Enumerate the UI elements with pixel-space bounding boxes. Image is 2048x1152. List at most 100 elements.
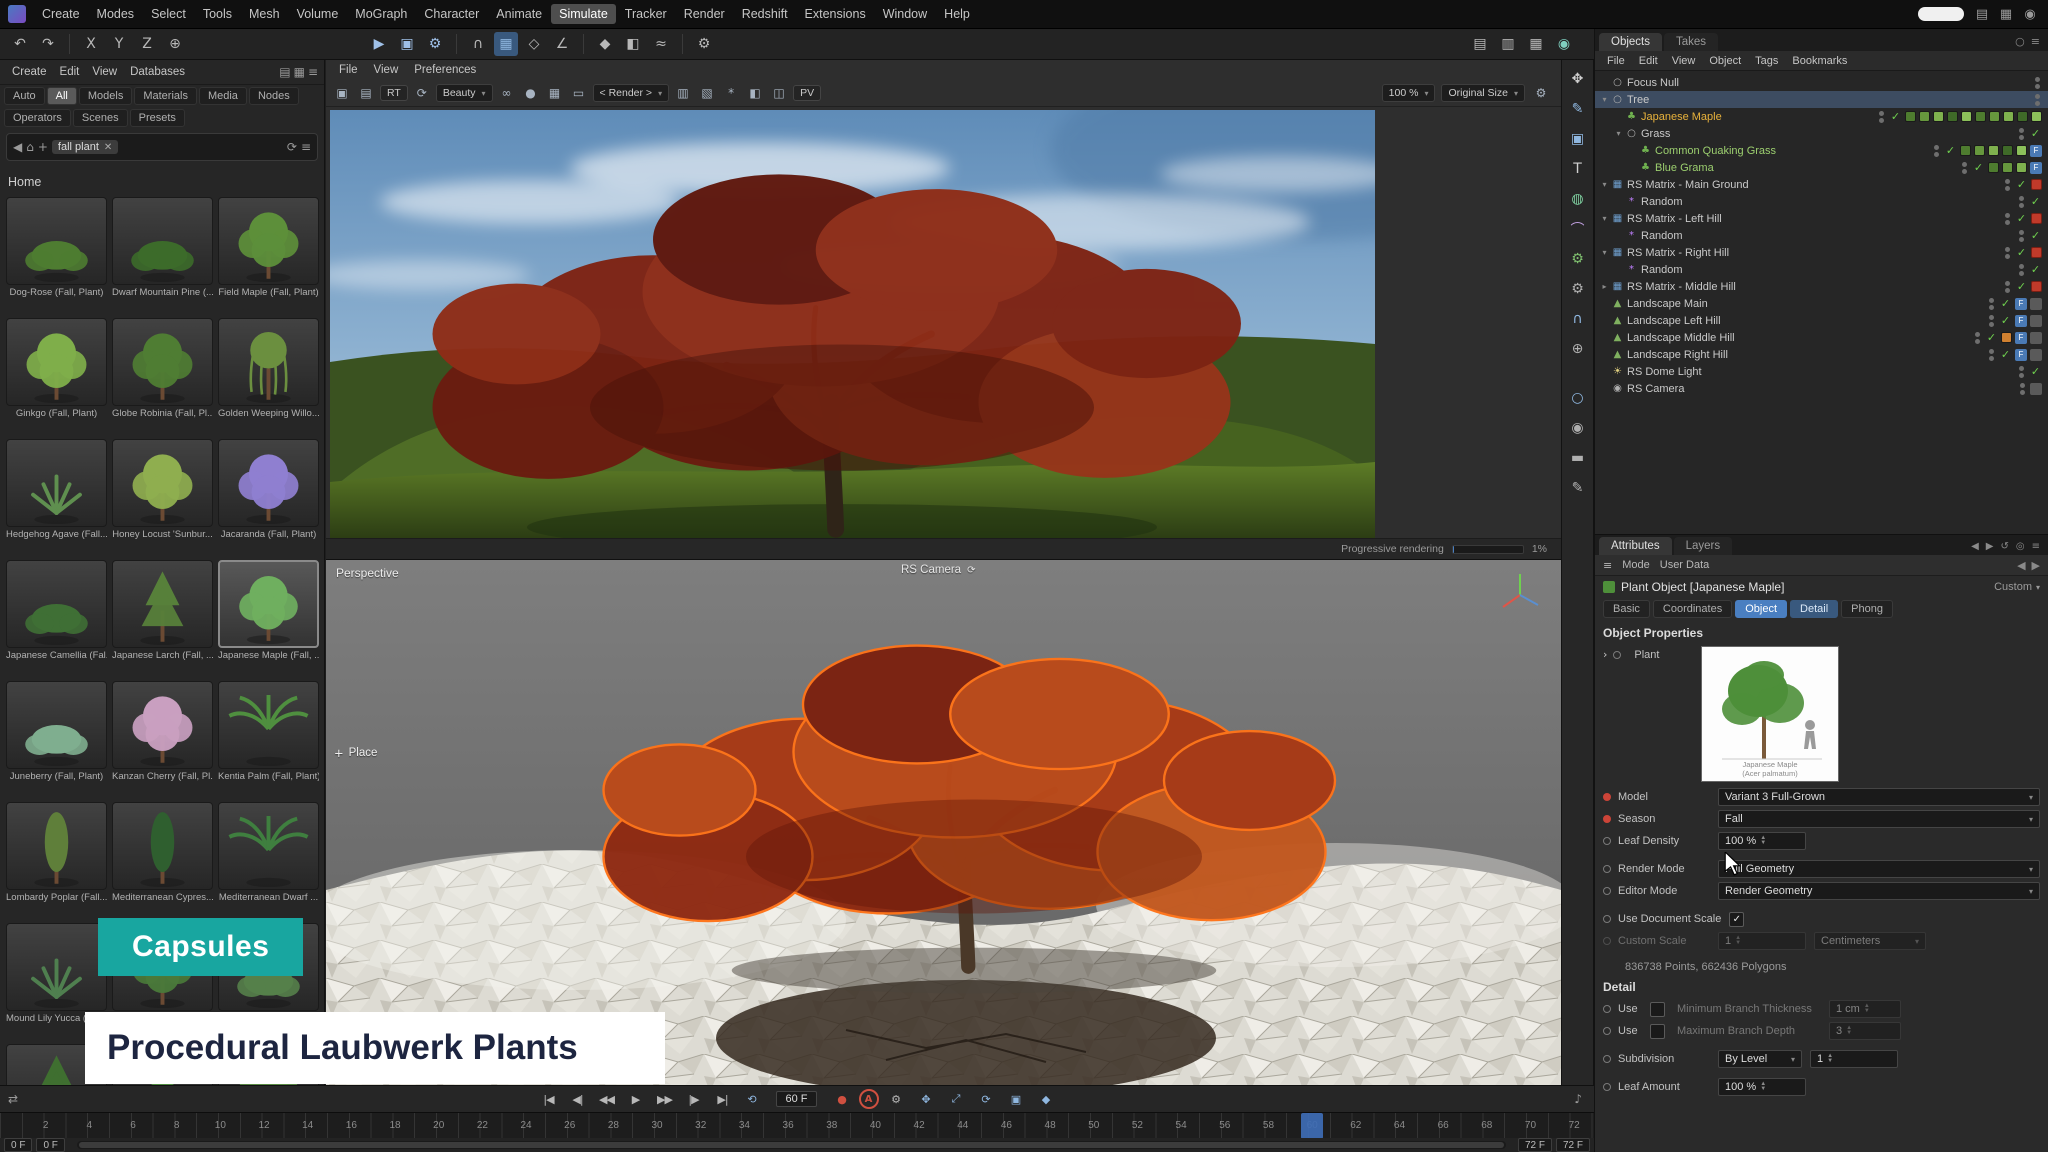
editor-mode-select[interactable]: Render Geometry▾ (1718, 882, 2040, 900)
menu-modes[interactable]: Modes (89, 4, 143, 24)
goto-start-button[interactable]: |◀ (535, 1089, 561, 1109)
menu-animate[interactable]: Animate (488, 4, 550, 24)
render-mode-select[interactable]: Full Geometry▾ (1718, 860, 2040, 878)
goto-end-button[interactable]: ▶| (709, 1089, 735, 1109)
key-position-toggle[interactable]: ✥ (913, 1089, 939, 1109)
asset-menu-databases[interactable]: Databases (124, 64, 191, 80)
section-tab-object[interactable]: Object (1735, 600, 1787, 618)
maximum-branch-depth-field[interactable]: 3▲▼ (1829, 1022, 1901, 1040)
keyframe-dot[interactable] (1603, 1027, 1611, 1035)
enabled-check-icon[interactable]: ✓ (2029, 195, 2042, 208)
asset-item-honey-locust-sunbur[interactable]: Honey Locust 'Sunbur... (112, 439, 213, 543)
keyframe-dot[interactable] (1603, 937, 1611, 945)
expander-icon[interactable]: ▾ (1599, 214, 1610, 223)
tab-layers[interactable]: Layers (1674, 537, 1733, 555)
object-row-rs-camera[interactable]: ◉RS Camera (1595, 380, 2048, 397)
asset-item-japanese-camellia-fal[interactable]: Japanese Camellia (Fal... (6, 560, 107, 664)
spinner-arrows[interactable]: ▲▼ (1760, 1082, 1766, 1092)
menu-create[interactable]: Create (34, 4, 88, 24)
menu-window[interactable]: Window (875, 4, 935, 24)
om-menu-object[interactable]: Object (1703, 54, 1747, 68)
text-tool-icon[interactable]: T (1565, 156, 1591, 181)
save-image-icon[interactable]: ▣ (332, 83, 352, 103)
snapshot-icon[interactable]: ◫ (769, 83, 789, 103)
zoom-select[interactable]: 100 %▾ (1382, 84, 1436, 102)
asset-item-kanzan-cherry-fall-pl[interactable]: Kanzan Cherry (Fall, Pl... (112, 681, 213, 785)
expander-icon[interactable]: ▸ (1599, 282, 1610, 291)
asset-item-japanese-larch-fall[interactable]: Japanese Larch (Fall, ... (112, 560, 213, 664)
generic-tag-icon[interactable] (2030, 383, 2042, 395)
range-start-field-1[interactable]: 0 F (36, 1138, 64, 1152)
field-tag-icon[interactable]: F (2030, 145, 2042, 157)
pass-select[interactable]: Beauty▾ (436, 84, 493, 102)
menu-render[interactable]: Render (676, 4, 733, 24)
list-view-icon[interactable]: ≡ (308, 65, 318, 79)
spinner-arrows[interactable]: ▲▼ (1760, 836, 1766, 846)
keyframe-dot[interactable] (1603, 815, 1611, 823)
mograph-icon[interactable]: ◆ (593, 32, 617, 56)
menu-icon[interactable]: ≡ (2032, 541, 2040, 552)
axis-y-toggle[interactable]: Y (107, 32, 131, 56)
enabled-check-icon[interactable]: ✓ (2015, 178, 2028, 191)
enabled-check-icon[interactable]: ✓ (1944, 144, 1957, 157)
grid-icon[interactable]: ▦ (545, 83, 565, 103)
filter-tab-media[interactable]: Media (199, 87, 247, 105)
nav-back-icon[interactable]: ◀ (2017, 559, 2025, 572)
custom-scale-field[interactable]: 1▲▼ (1718, 932, 1806, 950)
screen-layout-3-icon[interactable]: ▦ (1524, 32, 1548, 56)
axis-gizmo[interactable] (1493, 568, 1547, 625)
menu-extensions[interactable]: Extensions (797, 4, 874, 24)
screen-layout-2-icon[interactable]: ▥ (1496, 32, 1520, 56)
texture-tag-icon[interactable] (2001, 332, 2012, 343)
enabled-check-icon[interactable]: ✓ (1999, 297, 2012, 310)
pv-button[interactable]: PV (793, 85, 821, 101)
object-row-rs-matrix-right-hill[interactable]: ▾▦RS Matrix - Right Hill✓ (1595, 244, 2048, 261)
loop-button[interactable]: ⟲ (738, 1089, 764, 1109)
expander-icon[interactable]: ▾ (1599, 180, 1610, 189)
user-icon[interactable]: ◉ (2020, 7, 2040, 22)
section-tab-coordinates[interactable]: Coordinates (1653, 600, 1732, 618)
object-row-focus-null[interactable]: ○Focus Null (1595, 74, 2048, 91)
unit-select[interactable]: Centimeters▾ (1814, 932, 1926, 950)
back-icon[interactable]: ◀ (1971, 541, 1979, 552)
dock-icon[interactable]: ▤ (279, 65, 290, 79)
filter-tab-nodes[interactable]: Nodes (249, 87, 299, 105)
maximum-branch-depth-checkbox[interactable] (1650, 1024, 1665, 1039)
redshift-tag-icon[interactable] (2031, 213, 2042, 224)
om-menu-view[interactable]: View (1666, 54, 1702, 68)
bucket-render-icon[interactable]: ▥ (673, 83, 693, 103)
add-filter-icon[interactable]: + (38, 140, 48, 154)
visibility-dots[interactable] (1989, 349, 1994, 361)
camera-rotate-icon[interactable]: ⟳ (967, 565, 975, 576)
search-icon[interactable]: ○ (2015, 35, 2025, 48)
menu-help[interactable]: Help (936, 4, 978, 24)
render-picture-viewer-button[interactable]: ▣ (395, 32, 419, 56)
subdivision-value-field[interactable]: 1▲▼ (1810, 1050, 1898, 1068)
history-icon[interactable]: ↺ (2000, 541, 2008, 552)
asset-item-kentia-palm-fall-plant[interactable]: Kentia Palm (Fall, Plant) (218, 681, 319, 785)
timeline-ruler[interactable]: 2468101214161820222426283032343638404244… (0, 1112, 1594, 1139)
visibility-dots[interactable] (2019, 264, 2024, 276)
om-menu-tags[interactable]: Tags (1749, 54, 1784, 68)
quantize-icon[interactable]: ∠ (550, 32, 574, 56)
visibility-dots[interactable] (1989, 298, 1994, 310)
asset-item-ginkgo-fall-plant[interactable]: Ginkgo (Fall, Plant) (6, 318, 107, 422)
magnet-icon[interactable]: ∩ (466, 32, 490, 56)
visibility-dots[interactable] (1975, 332, 1980, 344)
material-tag-icon[interactable] (1989, 111, 2000, 122)
effector-icon[interactable]: ⚙ (1565, 276, 1591, 301)
expander-icon[interactable]: ▾ (1599, 95, 1610, 104)
renderview-menu-file[interactable]: File (332, 63, 365, 77)
sphere-icon[interactable]: ◍ (1565, 186, 1591, 211)
user-data-label[interactable]: User Data (1660, 559, 1710, 571)
object-row-landscape-left-hill[interactable]: ▲Landscape Left Hill✓F (1595, 312, 2048, 329)
redshift-tag-icon[interactable] (2031, 179, 2042, 190)
filter-tab-auto[interactable]: Auto (4, 87, 45, 105)
spinner-arrows[interactable]: ▲▼ (1827, 1054, 1833, 1064)
visibility-dots[interactable] (2019, 230, 2024, 242)
asset-menu-edit[interactable]: Edit (54, 64, 86, 80)
playhead[interactable] (1301, 1113, 1323, 1139)
field-tag-icon[interactable]: F (2015, 298, 2027, 310)
visibility-dots[interactable] (2019, 128, 2024, 140)
size-select[interactable]: Original Size▾ (1441, 84, 1525, 102)
